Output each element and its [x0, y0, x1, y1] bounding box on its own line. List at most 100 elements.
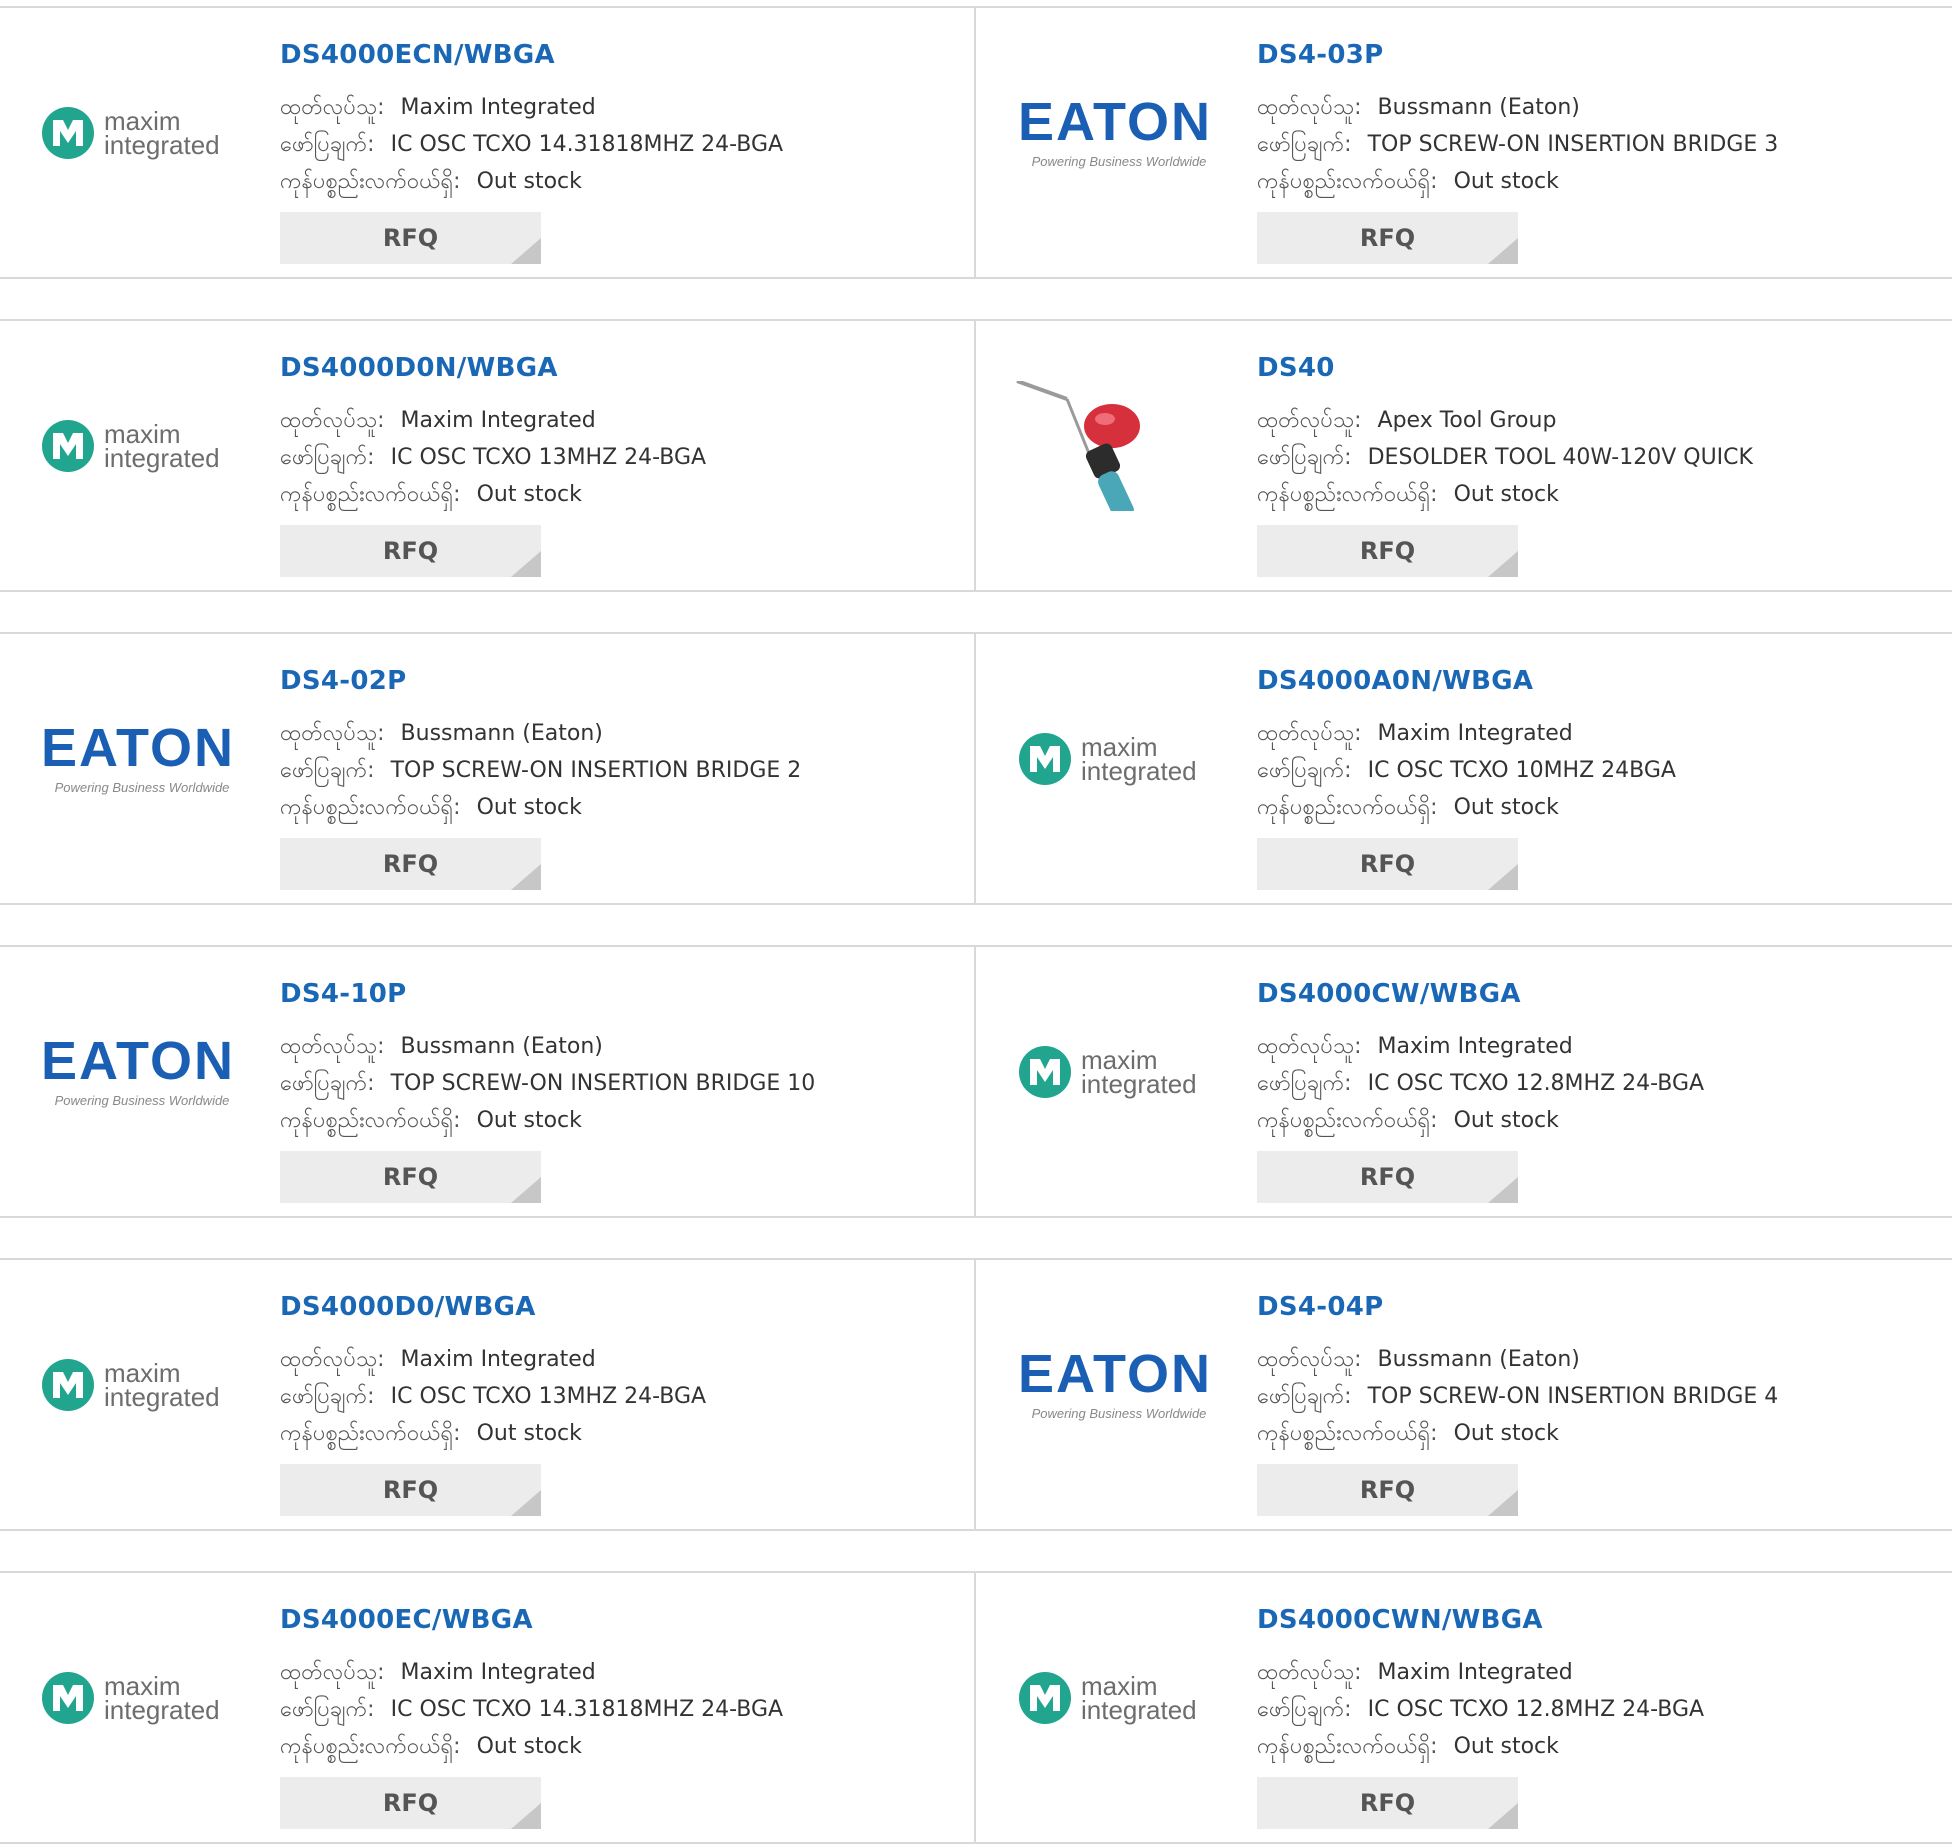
stock-label: ကုန်ပစ္စည်းလက်ဝယ်ရှိ:	[1257, 795, 1438, 820]
rfq-button[interactable]: RFQ	[280, 1151, 541, 1203]
manufacturer-row: ထုတ်လုပ်သူ: Apex Tool Group	[1257, 405, 1556, 438]
part-number-link[interactable]: DS4-04P	[1257, 1292, 1384, 1322]
rfq-button[interactable]: RFQ	[1257, 1464, 1518, 1516]
maxim-logo-icon: maximintegrated	[42, 1671, 220, 1725]
part-number-link[interactable]: DS4-03P	[1257, 40, 1384, 70]
stock-row: ကုန်ပစ္စည်းလက်ဝယ်ရှိ: Out stock	[1257, 166, 1559, 199]
description-value: TOP SCREW-ON INSERTION BRIDGE 10	[390, 1071, 816, 1096]
part-number-link[interactable]: DS4-02P	[280, 666, 407, 696]
manufacturer-row: ထုတ်လုပ်သူ: Maxim Integrated	[280, 92, 596, 125]
manufacturer-value: Maxim Integrated	[400, 1347, 596, 1372]
rfq-button[interactable]: RFQ	[1257, 1777, 1518, 1829]
maxim-logo-icon: maximintegrated	[42, 419, 220, 473]
part-number-link[interactable]: DS4000ECN/WBGA	[280, 40, 555, 70]
manufacturer-label: ထုတ်လုပ်သူ:	[280, 95, 385, 120]
eaton-logo-icon: EATON Powering Business Worldwide	[1018, 1344, 1210, 1421]
stock-value: Out stock	[476, 1734, 582, 1759]
part-number-link[interactable]: DS4000D0N/WBGA	[280, 353, 558, 383]
rfq-button[interactable]: RFQ	[1257, 838, 1518, 890]
stock-label: ကုန်ပစ္စည်းလက်ဝယ်ရှိ:	[1257, 169, 1438, 194]
stock-value: Out stock	[476, 169, 582, 194]
stock-value: Out stock	[476, 482, 582, 507]
svg-text:integrated: integrated	[104, 443, 220, 473]
product-card: maxim integrated DS4000EC/WBGA ထုတ်လုပ်သူ…	[0, 1573, 976, 1842]
stock-row: ကုန်ပစ္စည်းလက်ဝယ်ရှိ: Out stock	[280, 1105, 582, 1138]
product-image[interactable]	[997, 381, 1237, 511]
manufacturer-value: Maxim Integrated	[400, 408, 596, 433]
rfq-button[interactable]: RFQ	[1257, 1151, 1518, 1203]
description-row: ဖော်ပြချက်: IC OSC TCXO 14.31818MHZ 24-BG…	[280, 129, 783, 162]
description-row: ဖော်ပြချက်: DESOLDER TOOL 40W-120V QUICK	[1257, 442, 1753, 475]
part-number-link[interactable]: DS4000CW/WBGA	[1257, 979, 1521, 1009]
rfq-button[interactable]: RFQ	[280, 1777, 541, 1829]
product-row: maxim integrated DS4000EC/WBGA ထုတ်လုပ်သူ…	[0, 1571, 1952, 1844]
description-label: ဖော်ပြချက်:	[280, 1697, 375, 1722]
maxim-integrated-logo[interactable]: maxim integrated	[997, 1633, 1237, 1763]
stock-label: ကုန်ပစ္စည်းလက်ဝယ်ရှိ:	[280, 169, 461, 194]
part-number-link[interactable]: DS4000D0/WBGA	[280, 1292, 536, 1322]
eaton-logo[interactable]: EATON Powering Business Worldwide	[997, 68, 1237, 198]
description-value: IC OSC TCXO 10MHZ 24BGA	[1367, 758, 1676, 783]
stock-row: ကုန်ပစ္စည်းလက်ဝယ်ရှိ: Out stock	[280, 479, 582, 512]
rfq-button-label: RFQ	[382, 224, 439, 252]
manufacturer-row: ထုတ်လုပ်သူ: Maxim Integrated	[280, 1344, 596, 1377]
rfq-button[interactable]: RFQ	[280, 838, 541, 890]
description-label: ဖော်ပြချက်:	[280, 1071, 375, 1096]
part-number-link[interactable]: DS40	[1257, 353, 1335, 383]
eaton-logo[interactable]: EATON Powering Business Worldwide	[997, 1320, 1237, 1450]
rfq-button-label: RFQ	[1359, 224, 1416, 252]
rfq-button-label: RFQ	[382, 850, 439, 878]
manufacturer-value: Bussmann (Eaton)	[1377, 95, 1580, 120]
maxim-integrated-logo[interactable]: maxim integrated	[20, 381, 260, 511]
rfq-button[interactable]: RFQ	[1257, 212, 1518, 264]
manufacturer-value: Maxim Integrated	[1377, 721, 1573, 746]
rfq-corner-decoration	[1488, 551, 1518, 577]
maxim-logo-icon: maximintegrated	[42, 106, 220, 160]
part-number-link[interactable]: DS4000A0N/WBGA	[1257, 666, 1533, 696]
product-card: maxim integrated DS4000A0N/WBGA ထုတ်လုပ်သ…	[977, 634, 1952, 903]
maxim-integrated-logo[interactable]: maxim integrated	[997, 1007, 1237, 1137]
stock-label: ကုန်ပစ္စည်းလက်ဝယ်ရှိ:	[1257, 1734, 1438, 1759]
maxim-integrated-logo[interactable]: maxim integrated	[20, 68, 260, 198]
part-number-link[interactable]: DS4000CWN/WBGA	[1257, 1605, 1543, 1635]
description-row: ဖော်ပြချက်: TOP SCREW-ON INSERTION BRIDGE…	[1257, 1381, 1778, 1414]
description-value: TOP SCREW-ON INSERTION BRIDGE 4	[1367, 1384, 1779, 1409]
stock-value: Out stock	[1453, 169, 1559, 194]
manufacturer-label: ထုတ်လုပ်သူ:	[280, 1347, 385, 1372]
maxim-integrated-logo[interactable]: maxim integrated	[997, 694, 1237, 824]
part-number-link[interactable]: DS4-10P	[280, 979, 407, 1009]
rfq-corner-decoration	[1488, 238, 1518, 264]
rfq-corner-decoration	[511, 1177, 541, 1203]
manufacturer-value: Maxim Integrated	[1377, 1034, 1573, 1059]
eaton-logo-icon: EATON Powering Business Worldwide	[41, 1031, 233, 1108]
product-card: DS40 ထုတ်လုပ်သူ: Apex Tool Group ဖော်ပြချ…	[977, 321, 1952, 590]
manufacturer-label: ထုတ်လုပ်သူ:	[1257, 721, 1362, 746]
rfq-corner-decoration	[1488, 1177, 1518, 1203]
rfq-corner-decoration	[511, 1803, 541, 1829]
part-number-link[interactable]: DS4000EC/WBGA	[280, 1605, 533, 1635]
rfq-button[interactable]: RFQ	[1257, 525, 1518, 577]
rfq-button[interactable]: RFQ	[280, 212, 541, 264]
rfq-button[interactable]: RFQ	[280, 1464, 541, 1516]
product-card: maxim integrated DS4000D0N/WBGA ထုတ်လုပ်သ…	[0, 321, 976, 590]
svg-text:Powering Business Worldwide: Powering Business Worldwide	[1032, 1406, 1207, 1421]
description-row: ဖော်ပြချက်: IC OSC TCXO 14.31818MHZ 24-BG…	[280, 1694, 783, 1727]
eaton-logo[interactable]: EATON Powering Business Worldwide	[20, 1007, 260, 1137]
description-row: ဖော်ပြချက်: TOP SCREW-ON INSERTION BRIDGE…	[280, 755, 801, 788]
rfq-button-label: RFQ	[1359, 1476, 1416, 1504]
maxim-integrated-logo[interactable]: maxim integrated	[20, 1320, 260, 1450]
product-card: maxim integrated DS4000D0/WBGA ထုတ်လုပ်သူ…	[0, 1260, 976, 1529]
maxim-integrated-logo[interactable]: maxim integrated	[20, 1633, 260, 1763]
stock-row: ကုန်ပစ္စည်းလက်ဝယ်ရှိ: Out stock	[280, 792, 582, 825]
svg-text:Powering Business Worldwide: Powering Business Worldwide	[1032, 154, 1207, 169]
rfq-button-label: RFQ	[382, 537, 439, 565]
desolder-tool-image	[1016, 381, 1140, 511]
manufacturer-value: Maxim Integrated	[1377, 1660, 1573, 1685]
rfq-corner-decoration	[511, 864, 541, 890]
maxim-logo-icon: maximintegrated	[42, 1358, 220, 1412]
rfq-button[interactable]: RFQ	[280, 525, 541, 577]
stock-value: Out stock	[1453, 1108, 1559, 1133]
stock-label: ကုန်ပစ္စည်းလက်ဝယ်ရှိ:	[280, 795, 461, 820]
eaton-logo[interactable]: EATON Powering Business Worldwide	[20, 694, 260, 824]
stock-row: ကုန်ပစ္စည်းလက်ဝယ်ရှိ: Out stock	[1257, 1731, 1559, 1764]
